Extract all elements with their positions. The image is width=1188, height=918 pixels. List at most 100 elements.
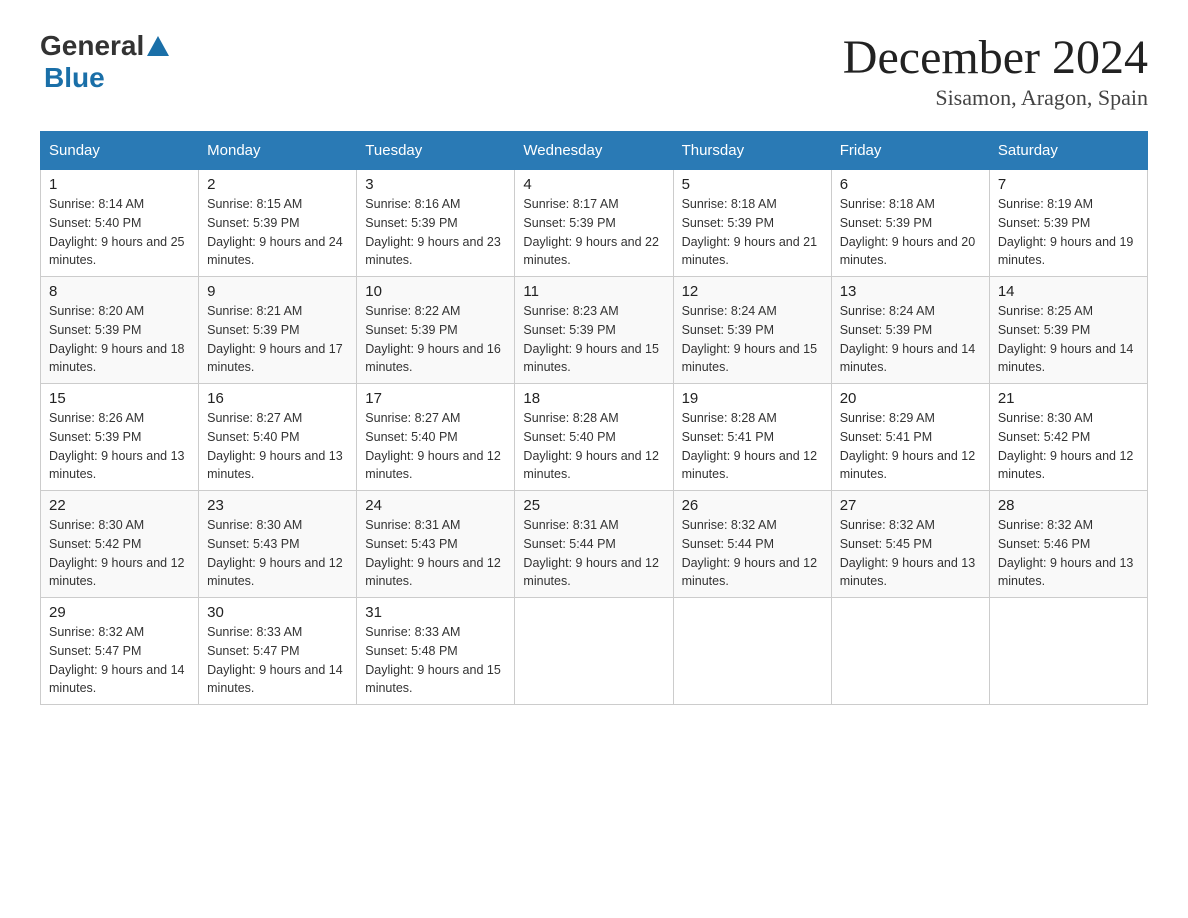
day-info: Sunrise: 8:33 AM Sunset: 5:47 PM Dayligh… xyxy=(207,623,348,698)
empty-cell xyxy=(989,598,1147,705)
day-info: Sunrise: 8:31 AM Sunset: 5:44 PM Dayligh… xyxy=(523,516,664,591)
sunrise-label: Sunrise: 8:27 AM xyxy=(207,411,302,425)
daylight-label: Daylight: 9 hours and 13 minutes. xyxy=(207,449,343,482)
daylight-label: Daylight: 9 hours and 12 minutes. xyxy=(49,556,185,589)
day-cell: 5 Sunrise: 8:18 AM Sunset: 5:39 PM Dayli… xyxy=(673,170,831,277)
sunset-label: Sunset: 5:43 PM xyxy=(365,537,457,551)
sunset-label: Sunset: 5:39 PM xyxy=(682,216,774,230)
sunrise-label: Sunrise: 8:18 AM xyxy=(840,197,935,211)
day-number: 31 xyxy=(365,604,506,621)
col-header-sunday: Sunday xyxy=(41,132,199,170)
week-row-3: 15 Sunrise: 8:26 AM Sunset: 5:39 PM Dayl… xyxy=(41,384,1148,491)
daylight-label: Daylight: 9 hours and 12 minutes. xyxy=(840,449,976,482)
sunrise-label: Sunrise: 8:21 AM xyxy=(207,304,302,318)
col-header-tuesday: Tuesday xyxy=(357,132,515,170)
logo-blue-text: Blue xyxy=(44,62,105,94)
week-row-2: 8 Sunrise: 8:20 AM Sunset: 5:39 PM Dayli… xyxy=(41,277,1148,384)
sunrise-label: Sunrise: 8:14 AM xyxy=(49,197,144,211)
sunrise-label: Sunrise: 8:19 AM xyxy=(998,197,1093,211)
col-header-friday: Friday xyxy=(831,132,989,170)
sunrise-label: Sunrise: 8:24 AM xyxy=(682,304,777,318)
empty-cell xyxy=(515,598,673,705)
day-info: Sunrise: 8:14 AM Sunset: 5:40 PM Dayligh… xyxy=(49,195,190,270)
day-number: 17 xyxy=(365,390,506,407)
sunset-label: Sunset: 5:39 PM xyxy=(523,216,615,230)
sunrise-label: Sunrise: 8:32 AM xyxy=(682,518,777,532)
day-info: Sunrise: 8:18 AM Sunset: 5:39 PM Dayligh… xyxy=(682,195,823,270)
sunset-label: Sunset: 5:48 PM xyxy=(365,644,457,658)
day-info: Sunrise: 8:30 AM Sunset: 5:42 PM Dayligh… xyxy=(998,409,1139,484)
day-number: 11 xyxy=(523,283,664,300)
day-cell: 17 Sunrise: 8:27 AM Sunset: 5:40 PM Dayl… xyxy=(357,384,515,491)
day-cell: 19 Sunrise: 8:28 AM Sunset: 5:41 PM Dayl… xyxy=(673,384,831,491)
day-number: 4 xyxy=(523,176,664,193)
daylight-label: Daylight: 9 hours and 25 minutes. xyxy=(49,235,185,268)
daylight-label: Daylight: 9 hours and 14 minutes. xyxy=(207,663,343,696)
sunrise-label: Sunrise: 8:32 AM xyxy=(998,518,1093,532)
day-cell: 26 Sunrise: 8:32 AM Sunset: 5:44 PM Dayl… xyxy=(673,491,831,598)
daylight-label: Daylight: 9 hours and 24 minutes. xyxy=(207,235,343,268)
week-row-4: 22 Sunrise: 8:30 AM Sunset: 5:42 PM Dayl… xyxy=(41,491,1148,598)
sunset-label: Sunset: 5:46 PM xyxy=(998,537,1090,551)
day-info: Sunrise: 8:27 AM Sunset: 5:40 PM Dayligh… xyxy=(207,409,348,484)
daylight-label: Daylight: 9 hours and 12 minutes. xyxy=(682,556,818,589)
day-cell: 20 Sunrise: 8:29 AM Sunset: 5:41 PM Dayl… xyxy=(831,384,989,491)
daylight-label: Daylight: 9 hours and 21 minutes. xyxy=(682,235,818,268)
sunrise-label: Sunrise: 8:28 AM xyxy=(523,411,618,425)
sunset-label: Sunset: 5:39 PM xyxy=(682,323,774,337)
day-number: 22 xyxy=(49,497,190,514)
day-cell: 21 Sunrise: 8:30 AM Sunset: 5:42 PM Dayl… xyxy=(989,384,1147,491)
daylight-label: Daylight: 9 hours and 14 minutes. xyxy=(49,663,185,696)
day-info: Sunrise: 8:31 AM Sunset: 5:43 PM Dayligh… xyxy=(365,516,506,591)
day-number: 1 xyxy=(49,176,190,193)
day-info: Sunrise: 8:32 AM Sunset: 5:47 PM Dayligh… xyxy=(49,623,190,698)
daylight-label: Daylight: 9 hours and 12 minutes. xyxy=(523,449,659,482)
day-info: Sunrise: 8:22 AM Sunset: 5:39 PM Dayligh… xyxy=(365,302,506,377)
day-number: 29 xyxy=(49,604,190,621)
col-header-monday: Monday xyxy=(199,132,357,170)
day-cell: 7 Sunrise: 8:19 AM Sunset: 5:39 PM Dayli… xyxy=(989,170,1147,277)
daylight-label: Daylight: 9 hours and 17 minutes. xyxy=(207,342,343,375)
day-number: 5 xyxy=(682,176,823,193)
day-cell: 25 Sunrise: 8:31 AM Sunset: 5:44 PM Dayl… xyxy=(515,491,673,598)
day-number: 16 xyxy=(207,390,348,407)
day-info: Sunrise: 8:25 AM Sunset: 5:39 PM Dayligh… xyxy=(998,302,1139,377)
week-row-1: 1 Sunrise: 8:14 AM Sunset: 5:40 PM Dayli… xyxy=(41,170,1148,277)
day-cell: 24 Sunrise: 8:31 AM Sunset: 5:43 PM Dayl… xyxy=(357,491,515,598)
daylight-label: Daylight: 9 hours and 14 minutes. xyxy=(998,342,1134,375)
day-info: Sunrise: 8:33 AM Sunset: 5:48 PM Dayligh… xyxy=(365,623,506,698)
day-number: 10 xyxy=(365,283,506,300)
day-cell: 3 Sunrise: 8:16 AM Sunset: 5:39 PM Dayli… xyxy=(357,170,515,277)
day-cell: 29 Sunrise: 8:32 AM Sunset: 5:47 PM Dayl… xyxy=(41,598,199,705)
day-cell: 31 Sunrise: 8:33 AM Sunset: 5:48 PM Dayl… xyxy=(357,598,515,705)
day-number: 30 xyxy=(207,604,348,621)
day-info: Sunrise: 8:20 AM Sunset: 5:39 PM Dayligh… xyxy=(49,302,190,377)
day-info: Sunrise: 8:32 AM Sunset: 5:46 PM Dayligh… xyxy=(998,516,1139,591)
sunset-label: Sunset: 5:39 PM xyxy=(840,216,932,230)
empty-cell xyxy=(673,598,831,705)
col-header-saturday: Saturday xyxy=(989,132,1147,170)
day-number: 27 xyxy=(840,497,981,514)
day-number: 7 xyxy=(998,176,1139,193)
daylight-label: Daylight: 9 hours and 19 minutes. xyxy=(998,235,1134,268)
sunrise-label: Sunrise: 8:22 AM xyxy=(365,304,460,318)
day-number: 13 xyxy=(840,283,981,300)
sunrise-label: Sunrise: 8:18 AM xyxy=(682,197,777,211)
sunset-label: Sunset: 5:42 PM xyxy=(998,430,1090,444)
sunrise-label: Sunrise: 8:31 AM xyxy=(365,518,460,532)
sunrise-label: Sunrise: 8:31 AM xyxy=(523,518,618,532)
day-number: 3 xyxy=(365,176,506,193)
day-number: 8 xyxy=(49,283,190,300)
daylight-label: Daylight: 9 hours and 20 minutes. xyxy=(840,235,976,268)
location-subtitle: Sisamon, Aragon, Spain xyxy=(843,85,1148,111)
daylight-label: Daylight: 9 hours and 12 minutes. xyxy=(365,449,501,482)
daylight-label: Daylight: 9 hours and 18 minutes. xyxy=(49,342,185,375)
day-cell: 1 Sunrise: 8:14 AM Sunset: 5:40 PM Dayli… xyxy=(41,170,199,277)
day-number: 25 xyxy=(523,497,664,514)
sunrise-label: Sunrise: 8:33 AM xyxy=(365,625,460,639)
day-cell: 15 Sunrise: 8:26 AM Sunset: 5:39 PM Dayl… xyxy=(41,384,199,491)
sunset-label: Sunset: 5:40 PM xyxy=(523,430,615,444)
page-header: General Blue December 2024 Sisamon, Arag… xyxy=(40,30,1148,111)
week-row-5: 29 Sunrise: 8:32 AM Sunset: 5:47 PM Dayl… xyxy=(41,598,1148,705)
daylight-label: Daylight: 9 hours and 12 minutes. xyxy=(207,556,343,589)
